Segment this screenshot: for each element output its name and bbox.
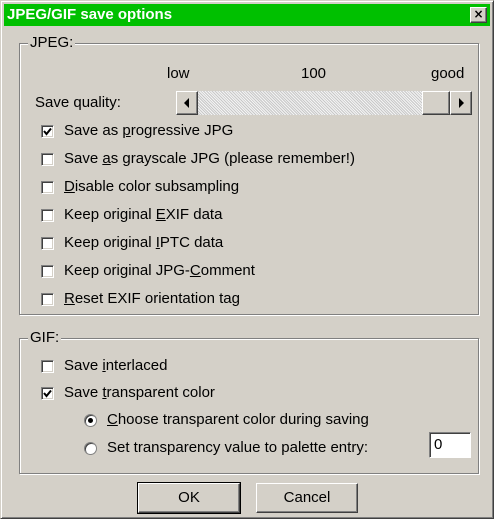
gif-group-legend: GIF: xyxy=(28,329,62,347)
check-mark-icon xyxy=(43,389,52,398)
left-arrow-icon xyxy=(184,98,189,108)
option-label-pre: Keep original xyxy=(64,234,156,251)
option-label-pre: Save xyxy=(64,357,103,374)
option-label-key: C xyxy=(107,411,118,428)
option-label: Save as grayscale JPG (please remember!) xyxy=(64,150,355,167)
option-label-post: nterlaced xyxy=(105,357,168,374)
radio-button[interactable] xyxy=(84,414,97,427)
dialog-window: JPEG/GIF save options × JPEG: low 100 go… xyxy=(0,0,494,519)
option-label: Save transparent color xyxy=(64,384,215,401)
option-label-post: ransparent color xyxy=(106,384,215,401)
quality-low-label: low xyxy=(167,65,190,82)
close-icon: × xyxy=(473,7,484,21)
option-label-pre: Keep original JPG- xyxy=(64,262,190,279)
radio-dot xyxy=(88,418,93,423)
checkbox[interactable] xyxy=(41,387,54,400)
option-label: Save as progressive JPG xyxy=(64,122,233,139)
option-label-key: a xyxy=(102,150,111,167)
option-label-post: isable color subsampling xyxy=(74,178,240,195)
option-label-pre: Save xyxy=(64,384,103,401)
option-label-post: rogressive JPG xyxy=(130,122,234,139)
option-label-key: R xyxy=(64,290,75,307)
option-label: Reset EXIF orientation tag xyxy=(64,290,240,307)
option-label: Keep original JPG-Comment xyxy=(64,262,255,279)
option-label: Disable color subsampling xyxy=(64,178,239,195)
quality-high-label: good xyxy=(431,65,465,82)
option-label: Set transparency value to palette entry: xyxy=(107,439,368,456)
option-label-post: eset EXIF orientation tag xyxy=(74,290,240,307)
quality-value-label: 100 xyxy=(301,65,327,82)
ok-button[interactable]: OK xyxy=(137,482,241,514)
option-label-pre: Keep original xyxy=(64,206,156,223)
option-label-pre: Save as xyxy=(64,122,123,139)
close-button[interactable]: × xyxy=(470,7,487,23)
option-label-post: XIF data xyxy=(165,206,223,223)
right-arrow-icon xyxy=(459,98,464,108)
option-label-pre: Save xyxy=(64,150,103,167)
cancel-button[interactable]: Cancel xyxy=(256,483,358,513)
checkbox[interactable] xyxy=(41,153,54,166)
check-mark-icon xyxy=(43,127,52,136)
dialog-title: JPEG/GIF save options xyxy=(7,6,173,23)
jpeg-group-legend: JPEG: xyxy=(28,34,76,52)
checkbox[interactable] xyxy=(41,209,54,222)
checkbox[interactable] xyxy=(41,265,54,278)
option-label-key: C xyxy=(189,262,201,279)
checkbox[interactable] xyxy=(41,125,54,138)
option-label: Keep original EXIF data xyxy=(64,206,222,223)
option-label-key: p xyxy=(122,122,131,139)
checkbox[interactable] xyxy=(41,237,54,250)
checkbox[interactable] xyxy=(41,181,54,194)
option-label-post: hoose transparent color during saving xyxy=(117,411,369,428)
slider-thumb[interactable] xyxy=(422,91,450,115)
save-quality-slider[interactable] xyxy=(176,91,472,115)
save-quality-label: Save quality: xyxy=(35,94,121,111)
title-bar: JPEG/GIF save options × xyxy=(4,4,490,26)
checkbox[interactable] xyxy=(41,360,54,373)
option-label-key: D xyxy=(64,178,75,195)
option-label: Keep original IPTC data xyxy=(64,234,223,251)
checkbox[interactable] xyxy=(41,293,54,306)
palette-entry-input[interactable]: 0 xyxy=(429,432,471,458)
option-label-post: s grayscale JPG (please remember!) xyxy=(110,150,355,167)
scroll-right-button[interactable] xyxy=(450,91,472,115)
option-label-post: PTC data xyxy=(159,234,224,251)
scroll-left-button[interactable] xyxy=(176,91,198,115)
option-label-pre: Set transparency value to palette entry: xyxy=(107,439,368,456)
option-label: Save interlaced xyxy=(64,357,167,374)
option-label-key: E xyxy=(155,206,166,223)
option-label: Choose transparent color during saving xyxy=(107,411,369,428)
radio-button[interactable] xyxy=(84,442,97,455)
option-label-post: omment xyxy=(200,262,255,279)
